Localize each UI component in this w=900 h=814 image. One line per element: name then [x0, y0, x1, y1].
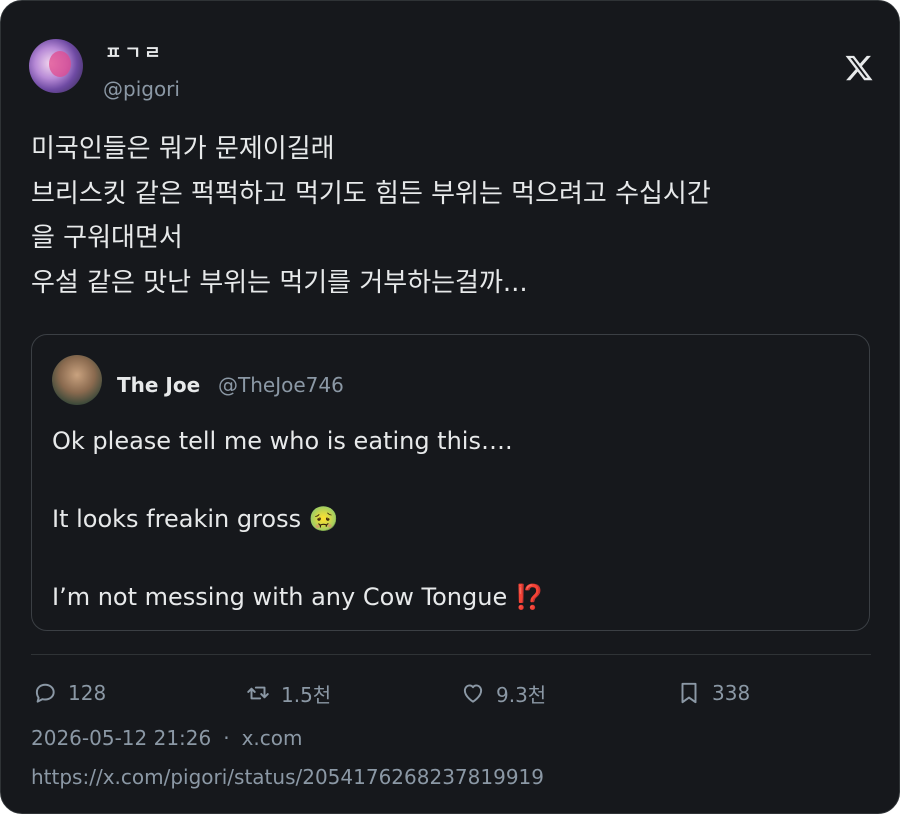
author-display-name[interactable]: ㅍㄱㄹ	[105, 39, 164, 65]
quoted-line: Ok please tell me who is eating this….	[52, 427, 513, 455]
timestamp[interactable]: 2026-05-12 21:26	[31, 726, 211, 750]
quoted-author-name[interactable]: The Joe	[117, 373, 200, 397]
retweet-icon	[247, 686, 269, 700]
author-avatar[interactable]	[29, 39, 83, 93]
tweet-text: 미국인들은 뭐가 문제이길래 브리스킷 같은 퍽퍽하고 먹기도 힘든 부위는 먹…	[31, 127, 881, 305]
tweet-line: 브리스킷 같은 퍽퍽하고 먹기도 힘든 부위는 먹으려고 수십시간	[31, 178, 711, 209]
tweet-card: ㅍㄱㄹ @pigori 미국인들은 뭐가 문제이길래 브리스킷 같은 퍽퍽하고 …	[0, 0, 900, 814]
reply-count: 128	[68, 681, 107, 705]
meta-separator: ·	[223, 726, 230, 750]
tweet-url[interactable]: https://x.com/pigori/status/205417626823…	[31, 765, 544, 789]
tweet-line: 을 구워대면서	[31, 223, 183, 253]
quoted-line: I’m not messing with any Cow Tongue ⁉️	[52, 583, 545, 611]
quoted-tweet[interactable]: The Joe @TheJoe746 Ok please tell me who…	[31, 334, 870, 631]
retweet-button[interactable]: 1.5천	[245, 678, 331, 708]
bookmark-count: 338	[712, 681, 751, 705]
reply-icon	[35, 683, 55, 703]
bookmark-button[interactable]: 338	[676, 678, 750, 708]
quoted-line: It looks freakin gross 🤢	[52, 505, 339, 533]
x-logo-icon[interactable]	[844, 53, 874, 83]
divider	[31, 654, 871, 655]
source[interactable]: x.com	[242, 726, 303, 750]
quoted-author-avatar[interactable]	[52, 355, 102, 405]
quoted-author-handle[interactable]: @TheJoe746	[218, 373, 344, 397]
like-icon	[463, 684, 483, 703]
like-button[interactable]: 9.3천	[460, 678, 546, 708]
tweet-line: 우설 같은 맛난 부위는 먹기를 거부하는걸까...	[31, 267, 528, 298]
tweet-meta: 2026-05-12 21:26 · x.com	[31, 726, 303, 750]
like-count: 9.3천	[496, 682, 547, 707]
retweet-count: 1.5천	[281, 682, 332, 707]
reply-button[interactable]: 128	[32, 678, 106, 708]
bookmark-icon	[681, 682, 697, 704]
tweet-line: 미국인들은 뭐가 문제이길래	[31, 134, 335, 164]
author-handle[interactable]: @pigori	[103, 77, 180, 101]
